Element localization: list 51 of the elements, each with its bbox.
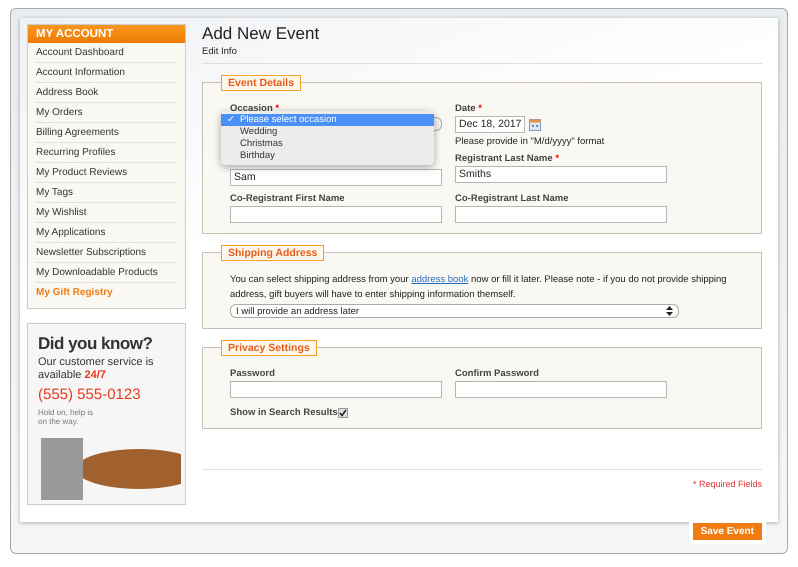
ad-text: Our customer service is available 24/7 — [38, 356, 155, 382]
checkbox-label: Show in Search Results — [230, 407, 338, 418]
field-label: Co-Registrant First Name — [230, 193, 346, 206]
page-title: Add New Event — [202, 24, 320, 44]
dropdown-option[interactable]: Wedding — [221, 126, 434, 138]
field-label: Occasion — [230, 103, 273, 114]
input-field[interactable] — [455, 206, 667, 223]
date-format-hint: Please provide in "M/d/yyyy" format — [455, 136, 606, 147]
required-fields-note: * Required Fields — [692, 479, 762, 489]
address-select[interactable]: I will provide an address later — [230, 304, 679, 318]
sidebar-item[interactable]: My Tags — [36, 183, 177, 203]
dropdown-option[interactable]: Christmas — [221, 138, 434, 150]
field-label: Password — [230, 368, 276, 381]
field-label: Registrant Last Name — [455, 153, 553, 164]
sidebar-item[interactable]: My Product Reviews — [36, 163, 177, 183]
field-label: Co-Registrant Last Name — [455, 193, 570, 206]
input-field[interactable] — [230, 206, 442, 223]
input-field[interactable]: Sam — [230, 169, 442, 186]
fieldset-legend: Privacy Settings — [221, 340, 317, 356]
sidebar-item[interactable]: My Downloadable Products — [36, 263, 177, 283]
sidebar-item[interactable]: Recurring Profiles — [36, 143, 177, 163]
sidebar-item[interactable]: Address Book — [36, 83, 177, 103]
address-book-link[interactable]: address book — [411, 274, 468, 285]
sidebar-item[interactable]: Billing Agreements — [36, 123, 177, 143]
ad-headline: Did you know? — [38, 334, 154, 354]
select-arrows-icon — [666, 306, 673, 316]
required-mark: * — [275, 103, 280, 114]
sidebar-item[interactable]: My Wishlist — [36, 203, 177, 223]
password-field[interactable] — [230, 381, 442, 398]
sidebar-item[interactable]: My Applications — [36, 223, 177, 243]
field-label: Date — [455, 103, 476, 114]
dropdown-option[interactable]: Birthday — [221, 150, 434, 162]
fieldset-legend: Event Details — [221, 75, 301, 91]
sidebar-item[interactable]: Account Information — [36, 63, 177, 83]
nav-header: MY ACCOUNT — [28, 25, 185, 43]
sidebar-item[interactable]: My Orders — [36, 103, 177, 123]
required-mark: * — [478, 103, 482, 114]
shipping-description: You can select shipping address from your address book now or fill it later. Please note - if you do not provide shipping address, gift buyers will have to enter shipping information themself. — [230, 273, 728, 302]
page-subtitle: Edit Info — [202, 46, 762, 64]
calendar-icon[interactable] — [529, 118, 542, 130]
date-field[interactable]: Dec 18, 2017 — [455, 116, 526, 133]
ad-note: Hold on, help is on the way. — [38, 408, 94, 426]
sidebar-item[interactable]: Newsletter Subscriptions — [36, 243, 177, 263]
required-mark: * — [555, 153, 560, 164]
sidebar-item[interactable]: Account Dashboard — [36, 43, 177, 63]
ad-phone: (555) 555-0123 — [38, 386, 142, 403]
password-field[interactable] — [455, 381, 667, 398]
checkbox[interactable] — [338, 408, 348, 418]
input-field[interactable]: Smiths — [455, 166, 667, 183]
field-label: Confirm Password — [455, 368, 540, 381]
fieldset-legend: Shipping Address — [221, 245, 324, 261]
